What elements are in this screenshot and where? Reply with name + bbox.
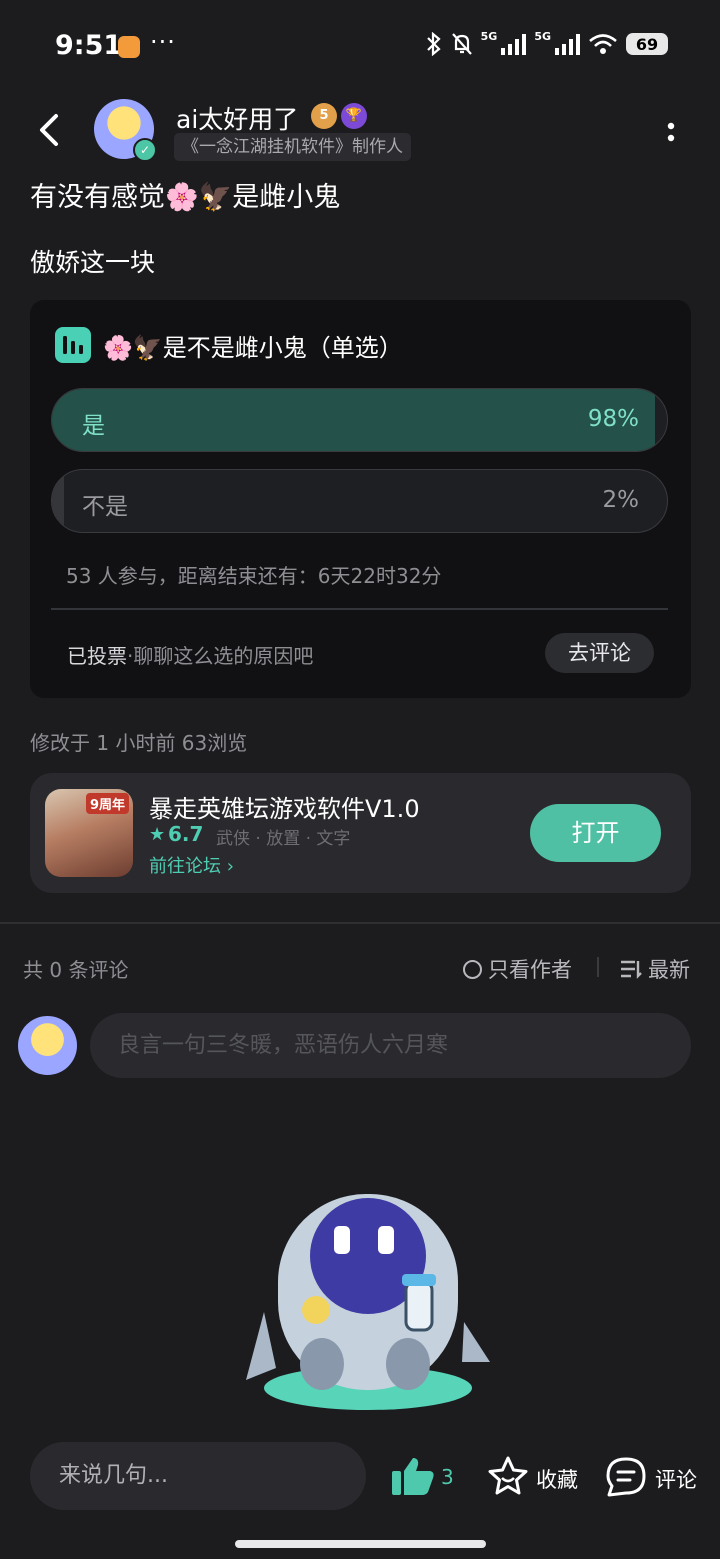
post-title: 有没有感觉🌸🦅是雌小鬼 (30, 182, 341, 213)
poll-option-label: 是 (82, 413, 105, 439)
bluetooth-icon (426, 32, 441, 56)
thumbs-up-icon[interactable] (390, 1456, 436, 1496)
app-notification-icon (118, 36, 140, 58)
network-type-label-2: 5G (534, 29, 551, 43)
poll-chart-icon (55, 327, 91, 363)
more-notifications-icon: ··· (150, 28, 176, 56)
network-type-label: 5G (480, 29, 498, 43)
signal-icon-2 (555, 33, 580, 55)
post-meta: 修改于 1 小时前 63浏览 (30, 731, 248, 755)
game-icon[interactable]: 9周年 (45, 789, 133, 877)
forum-link[interactable]: 前往论坛 › (149, 852, 234, 878)
back-icon[interactable] (30, 108, 70, 152)
forum-link-label: 前往论坛 (149, 856, 221, 877)
game-rating: 6.7 (168, 822, 204, 846)
comment-input[interactable]: 良言一句三冬暖，恶语伤人六月寒 (90, 1013, 691, 1078)
trophy-badge-icon: 🏆 (341, 103, 367, 129)
chevron-right-icon: › (226, 856, 234, 877)
comment-bubble-icon[interactable] (604, 1456, 648, 1498)
my-avatar (18, 1016, 77, 1075)
post-body: 傲娇这一块 (30, 248, 156, 277)
more-options-icon[interactable] (664, 118, 678, 148)
poll-option-percent: 98% (587, 406, 639, 432)
mute-bell-icon (451, 33, 472, 55)
divider (597, 957, 599, 977)
section-divider (0, 922, 720, 924)
star-icon: ★ (149, 824, 166, 845)
radio-icon (463, 959, 482, 979)
author-only-label: 只看作者 (488, 958, 572, 982)
game-anniversary-tag: 9周年 (85, 793, 129, 814)
author-only-toggle[interactable]: 只看作者 (463, 954, 572, 984)
game-tags: 武侠 · 放置 · 文字 (216, 829, 351, 849)
star-outline-icon[interactable] (487, 1455, 529, 1497)
say-something-input[interactable]: 来说几句... (30, 1442, 366, 1510)
level-badge-icon: 5 (311, 103, 337, 129)
open-game-button[interactable]: 打开 (530, 804, 661, 862)
status-icons: 5G 5G 69 (425, 29, 668, 56)
like-count: 3 (441, 1465, 454, 1489)
voted-label: 已投票 (67, 644, 127, 668)
poll-title: 🌸🦅是不是雌小鬼（单选） (103, 334, 403, 362)
author-name[interactable]: ai太好用了 (176, 100, 298, 136)
verified-icon: ✓ (133, 138, 157, 162)
favorite-label[interactable]: 收藏 (536, 1464, 578, 1494)
comments-count: 共 0 条评论 (23, 958, 129, 982)
home-indicator[interactable] (235, 1540, 486, 1548)
game-name[interactable]: 暴走英雄坛游戏软件V1.0 (149, 789, 420, 824)
comment-label[interactable]: 评论 (655, 1464, 697, 1494)
voted-hint: ·聊聊这么选的原因吧 (127, 644, 314, 668)
wifi-icon (589, 34, 617, 54)
poll-option-no[interactable]: 不是 2% (51, 469, 668, 533)
poll-option-fill (52, 389, 655, 451)
sort-icon (621, 960, 642, 979)
author-role-tag: 《一念江湖挂机软件》制作人 (174, 133, 411, 161)
poll-option-fill (52, 470, 65, 532)
sort-label: 最新 (648, 958, 690, 982)
status-time: 9:51 (55, 30, 123, 61)
battery-icon: 69 (626, 33, 668, 55)
poll-option-yes[interactable]: 是 98% (51, 388, 668, 452)
sort-latest-button[interactable]: 最新 (620, 954, 690, 984)
empty-mascot-illustration (246, 1194, 490, 1410)
poll-option-percent: 2% (602, 487, 640, 513)
go-comment-button[interactable]: 去评论 (545, 633, 654, 673)
signal-icon (501, 33, 527, 55)
poll-participation-info: 53 人参与，距离结束还有：6天22时32分 (66, 564, 442, 588)
poll-voted-status: 已投票·聊聊这么选的原因吧 (67, 640, 313, 669)
divider (51, 608, 668, 610)
poll-option-label: 不是 (82, 494, 128, 520)
